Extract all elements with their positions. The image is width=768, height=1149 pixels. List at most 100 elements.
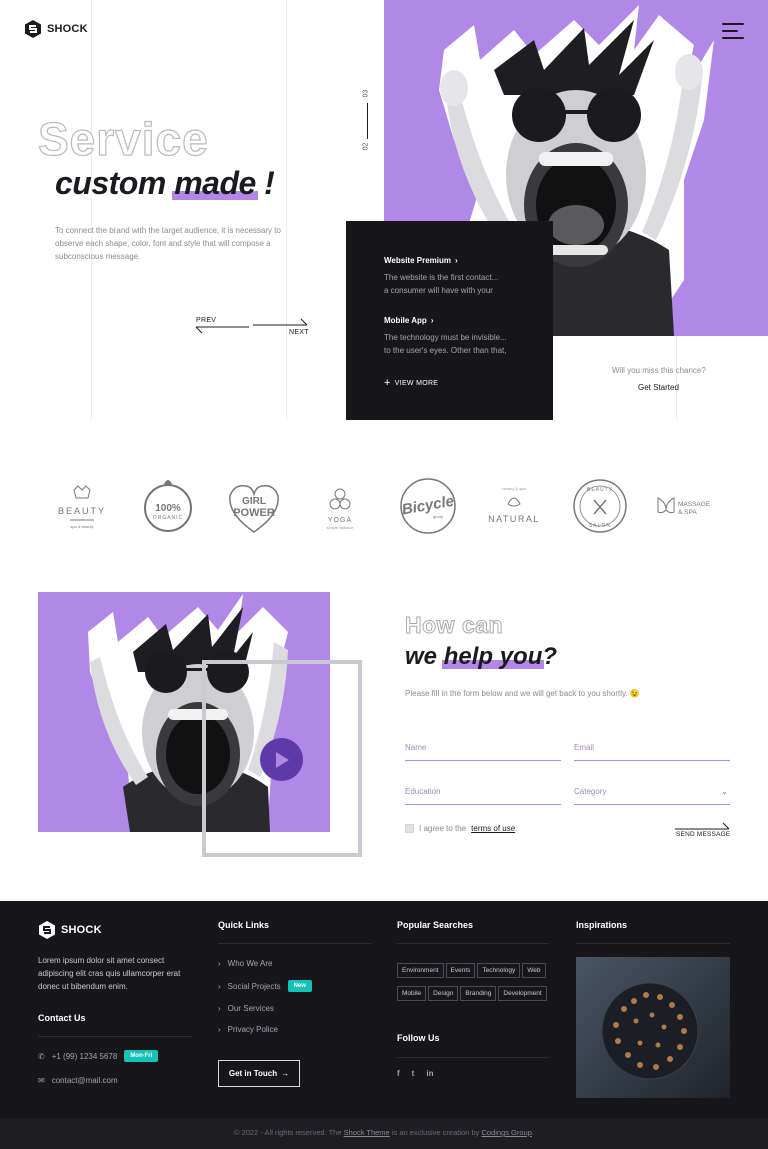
- brand-logo-beauty: BEAUTY spa & beauty: [44, 474, 120, 538]
- svg-text:Bicycle: Bicycle: [401, 493, 456, 519]
- send-message-button[interactable]: SEND MESSAGE: [676, 831, 730, 838]
- brand-name: SHOCK: [47, 23, 88, 35]
- form-title: we help you?: [405, 643, 558, 670]
- svg-text:POWER: POWER: [233, 507, 275, 519]
- hero-outline-title: Service: [37, 112, 209, 165]
- form-outline-title: How can: [404, 612, 504, 639]
- svg-text:beauty & spa: beauty & spa: [502, 486, 526, 491]
- svg-text:SALON: SALON: [589, 523, 611, 529]
- hero-title-highlight: made: [172, 165, 258, 201]
- quick-link-services[interactable]: › Our Services: [218, 1004, 274, 1013]
- form-subtitle: Please fill in the form below and we wil…: [405, 689, 640, 698]
- hero-title: custom made !: [55, 165, 275, 201]
- tag-environment[interactable]: Environment: [397, 963, 444, 978]
- terms-checkbox[interactable]: [405, 824, 414, 833]
- quick-link-privacy[interactable]: › Privacy Police: [218, 1025, 278, 1034]
- tag-design[interactable]: Design: [428, 986, 459, 1001]
- service-item-mobile[interactable]: Mobile App ›: [384, 316, 433, 325]
- abstract-sphere-image: [601, 982, 699, 1080]
- copyright: © 2022 - All rights reserved. The Shock …: [233, 1128, 534, 1137]
- brand-logo-beauty-salon: BEAUTY SALON: [562, 474, 638, 538]
- chevron-right-icon: ›: [218, 981, 221, 991]
- menu-icon[interactable]: [722, 22, 744, 40]
- facebook-icon[interactable]: f: [397, 1069, 400, 1078]
- tag-events[interactable]: Events: [445, 963, 476, 978]
- service-text: The technology must be invisible... to t…: [384, 333, 507, 355]
- service-text: The website is the first contact... a co…: [384, 273, 499, 295]
- social-links: f t in: [397, 1069, 433, 1078]
- slide-current-number: 02: [362, 142, 370, 151]
- svg-text:YOGA: YOGA: [328, 517, 352, 524]
- get-in-touch-button[interactable]: Get in Touch →: [218, 1060, 300, 1087]
- hero-description: To connect the brand with the target aud…: [55, 226, 281, 261]
- cta-question: Will you miss this chance?: [612, 366, 706, 375]
- brand-logo-massage-spa: MASSAGE & SPA: [648, 474, 724, 538]
- quick-link-who[interactable]: › Who We Are: [218, 959, 272, 968]
- form-title-highlight: help you: [441, 643, 545, 670]
- prev-arrow-icon[interactable]: [195, 322, 250, 334]
- brand-logo[interactable]: SHOCK: [24, 20, 88, 38]
- brand-name: SHOCK: [61, 924, 102, 936]
- plus-icon: +: [384, 377, 391, 389]
- svg-text:100%: 100%: [155, 503, 181, 514]
- brand-logo-bicycle: Bicycle group: [390, 474, 466, 538]
- quick-links-heading: Quick Links: [218, 920, 270, 930]
- terms-link[interactable]: terms of use: [471, 824, 515, 833]
- chevron-right-icon: ›: [218, 1025, 221, 1034]
- svg-text:BEAUTY: BEAUTY: [587, 487, 613, 493]
- logo-icon: [25, 20, 41, 38]
- brand-logo-girl-power: GIRL POWER: [216, 474, 292, 538]
- education-field[interactable]: Education: [405, 783, 561, 805]
- svg-text:MASSAGE: MASSAGE: [678, 501, 711, 508]
- tag-web[interactable]: Web: [522, 963, 546, 978]
- service-item-website[interactable]: Website Premium ›: [384, 256, 458, 265]
- chevron-down-icon: ⌄: [721, 787, 728, 796]
- view-more-button[interactable]: + VIEW MORE: [384, 377, 438, 389]
- linkedin-icon[interactable]: in: [426, 1069, 433, 1078]
- theme-link[interactable]: Shock Theme: [344, 1128, 390, 1137]
- twitter-icon[interactable]: t: [412, 1069, 415, 1078]
- footer-about: Lorem ipsum dolor sit amet consect adipi…: [38, 956, 181, 991]
- play-icon: [275, 751, 289, 768]
- brand-logo-organic: 100% ORGANIC: [130, 474, 206, 538]
- services-card: Website Premium › The website is the firs…: [346, 221, 553, 420]
- inspirations-heading: Inspirations: [576, 920, 628, 930]
- tag-technology[interactable]: Technology: [477, 963, 521, 978]
- footer-email[interactable]: ✉ contact@mail.com: [38, 1076, 118, 1085]
- grid-line: [91, 0, 92, 420]
- mail-icon: ✉: [38, 1076, 45, 1085]
- chevron-right-icon: ›: [430, 316, 434, 325]
- brand-logo-yoga: YOGA simple balance: [302, 474, 378, 538]
- next-label: NEXT: [289, 329, 309, 336]
- new-badge: New: [287, 980, 312, 992]
- inspiration-image[interactable]: [576, 957, 730, 1098]
- chevron-right-icon: ›: [218, 959, 221, 968]
- tag-branding[interactable]: Branding: [460, 986, 497, 1001]
- email-field[interactable]: Email: [574, 739, 730, 761]
- category-select[interactable]: Category ⌄: [574, 783, 730, 805]
- quick-link-social[interactable]: › Social Projects New: [218, 980, 312, 992]
- svg-text:& SPA: & SPA: [678, 509, 697, 516]
- phone-icon: ✆: [38, 1051, 45, 1061]
- chevron-right-icon: ›: [454, 256, 458, 265]
- terms-agreement: I agree to the terms of use.: [405, 824, 517, 833]
- get-started-link[interactable]: Get Started: [638, 383, 679, 392]
- chevron-right-icon: ›: [218, 1004, 221, 1013]
- grid-line: [286, 0, 287, 420]
- svg-text:BEAUTY: BEAUTY: [58, 506, 106, 516]
- svg-text:GIRL: GIRL: [242, 496, 266, 507]
- svg-text:ORGANIC: ORGANIC: [153, 515, 183, 521]
- name-field[interactable]: Name: [405, 739, 561, 761]
- footer-phone[interactable]: ✆ +1 (99) 1234 5678 Mon-Fri: [38, 1050, 159, 1062]
- tag-development[interactable]: Development: [498, 986, 547, 1001]
- hours-badge: Mon-Fri: [124, 1050, 159, 1062]
- tag-mobile[interactable]: Mobile: [397, 986, 427, 1001]
- slide-divider: [367, 103, 368, 139]
- svg-text:NATURAL: NATURAL: [488, 514, 540, 524]
- brand-logo-natural: beauty & spa NATURAL: [476, 474, 552, 538]
- play-video-button[interactable]: [260, 738, 303, 781]
- company-link[interactable]: Codings Group: [481, 1128, 531, 1137]
- svg-text:simple balance: simple balance: [327, 525, 354, 530]
- contact-heading: Contact Us: [38, 1013, 86, 1023]
- footer-logo[interactable]: SHOCK: [38, 920, 102, 940]
